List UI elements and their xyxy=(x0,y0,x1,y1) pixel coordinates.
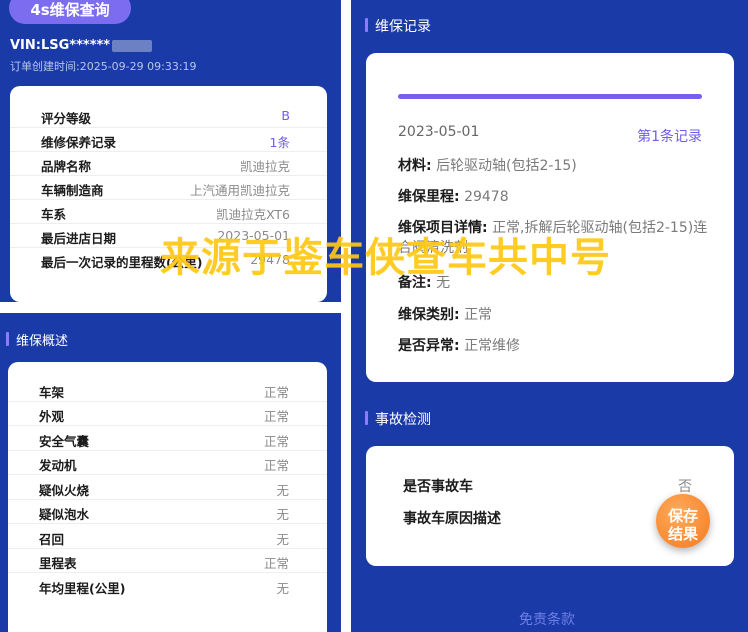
section-title-text: 事故检测 xyxy=(375,412,431,428)
row-label: 召回 xyxy=(39,532,65,547)
row-label: 维修保养记录 xyxy=(41,135,117,150)
row-label: 是否事故车 xyxy=(403,479,473,495)
row-value: 凯迪拉克XT6 xyxy=(216,207,290,222)
vin-masked xyxy=(112,39,153,52)
disclaimer-link[interactable]: 免责条款 xyxy=(519,609,575,629)
record-type: 维保类别: 正常 xyxy=(398,305,708,325)
row-label: 里程表 xyxy=(39,556,77,571)
field-label: 备注: xyxy=(398,275,432,291)
summary-row-brand: 品牌名称 凯迪拉克 xyxy=(10,152,327,176)
row-value: 29478 xyxy=(250,252,290,267)
section-accent-bar xyxy=(6,332,9,346)
overview-row-odometer: 里程表 正常 xyxy=(8,549,327,573)
row-value: 否 xyxy=(678,479,692,495)
row-value: 正常 xyxy=(263,434,289,449)
row-value: 无 xyxy=(276,532,289,547)
row-label: 品牌名称 xyxy=(41,159,92,174)
overview-row-fire: 疑似火烧 无 xyxy=(8,476,327,500)
row-label: 疑似火烧 xyxy=(39,483,90,498)
section-title-text: 维保记录 xyxy=(375,19,431,35)
section-title-text: 维保概述 xyxy=(16,334,69,349)
field-value: 29478 xyxy=(464,189,509,205)
record-detail: 维保项目详情: 正常,拆解后轮驱动轴(包括2-15)连合阀清洗剂 xyxy=(398,218,708,258)
row-label: 疑似泡水 xyxy=(39,507,90,522)
section-accent-bar xyxy=(365,18,368,32)
row-value: 正常 xyxy=(263,458,289,473)
field-label: 维保里程: xyxy=(398,189,460,205)
field-label: 维保项目详情: xyxy=(398,220,488,236)
row-label: 事故车原因描述 xyxy=(403,511,501,527)
record-note: 备注: 无 xyxy=(398,273,708,293)
row-label: 外观 xyxy=(39,409,65,424)
record-card: 2023-05-01 第1条记录 材料: 后轮驱动轴(包括2-15) 维保里程:… xyxy=(366,53,734,382)
page-title: 4s维保查询 xyxy=(9,0,131,24)
vin-label: VIN:LSG****** xyxy=(10,38,153,53)
record-number: 第1条记录 xyxy=(637,129,702,145)
save-result-button[interactable]: 保存 结果 xyxy=(656,494,710,548)
row-label: 安全气囊 xyxy=(39,434,90,449)
row-value: 2023-05-01 xyxy=(217,228,290,243)
overview-row-engine: 发动机 正常 xyxy=(8,451,327,475)
field-value: 正常 xyxy=(464,307,493,323)
overview-row-exterior: 外观 正常 xyxy=(8,402,327,426)
field-value: 后轮驱动轴(包括2-15) xyxy=(436,158,577,174)
row-value: 凯迪拉克 xyxy=(239,159,290,174)
record-progress-bar xyxy=(398,94,702,99)
row-label: 车系 xyxy=(41,207,67,222)
row-label: 评分等级 xyxy=(41,111,92,126)
overview-row-recall: 召回 无 xyxy=(8,525,327,549)
overview-row-annual-mileage: 年均里程(公里) 无 xyxy=(8,574,327,598)
field-label: 维保类别: xyxy=(398,307,460,323)
save-line1: 保存 xyxy=(667,507,698,525)
section-accent-bar xyxy=(365,411,368,425)
summary-row-last-date: 最后进店日期 2023-05-01 xyxy=(10,224,327,248)
overview-row-frame: 车架 正常 xyxy=(8,378,327,402)
record-abnormal: 是否异常: 正常维修 xyxy=(398,336,708,356)
row-value: 无 xyxy=(276,483,289,498)
row-value: 正常 xyxy=(263,385,289,400)
field-label: 是否异常: xyxy=(398,338,460,354)
record-material: 材料: 后轮驱动轴(包括2-15) xyxy=(398,156,708,176)
row-value: 正常 xyxy=(263,556,289,571)
row-label: 发动机 xyxy=(39,458,77,473)
row-value: 无 xyxy=(276,507,289,522)
summary-row-grade: 评分等级 B xyxy=(10,104,327,128)
row-value: 无 xyxy=(276,581,289,596)
row-label: 年均里程(公里) xyxy=(39,581,126,596)
row-value: 正常 xyxy=(263,409,289,424)
overview-row-airbag: 安全气囊 正常 xyxy=(8,427,327,451)
row-value: 上汽通用凯迪拉克 xyxy=(189,183,290,198)
field-value: 正常维修 xyxy=(464,338,521,354)
field-label: 材料: xyxy=(398,158,432,174)
record-mileage: 维保里程: 29478 xyxy=(398,187,708,207)
row-label: 车辆制造商 xyxy=(41,183,104,198)
vin-text: VIN:LSG****** xyxy=(10,38,111,53)
row-value: B xyxy=(281,108,290,123)
row-label: 最后一次记录的里程数(公里) xyxy=(41,255,203,270)
row-value: 1条 xyxy=(269,135,290,150)
order-created-time: 订单创建时间:2025-09-29 09:33:19 xyxy=(10,60,197,73)
summary-row-maker: 车辆制造商 上汽通用凯迪拉克 xyxy=(10,176,327,200)
field-value: 无 xyxy=(436,275,451,291)
overview-card: 车架 正常 外观 正常 安全气囊 正常 发动机 正常 疑似火烧 无 疑似泡水 无… xyxy=(8,362,327,632)
summary-card: 评分等级 B 维修保养记录 1条 品牌名称 凯迪拉克 车辆制造商 上汽通用凯迪拉… xyxy=(10,86,327,302)
accident-row-is-accident: 是否事故车 否 xyxy=(366,472,734,496)
overview-row-flood: 疑似泡水 无 xyxy=(8,500,327,524)
summary-row-records[interactable]: 维修保养记录 1条 xyxy=(10,128,327,152)
summary-row-series: 车系 凯迪拉克XT6 xyxy=(10,200,327,224)
save-line2: 结果 xyxy=(667,525,698,543)
row-label: 车架 xyxy=(39,385,65,400)
record-date: 2023-05-01 xyxy=(398,124,480,140)
summary-row-last-mileage: 最后一次记录的里程数(公里) 29478 xyxy=(10,248,327,272)
row-label: 最后进店日期 xyxy=(41,231,117,246)
